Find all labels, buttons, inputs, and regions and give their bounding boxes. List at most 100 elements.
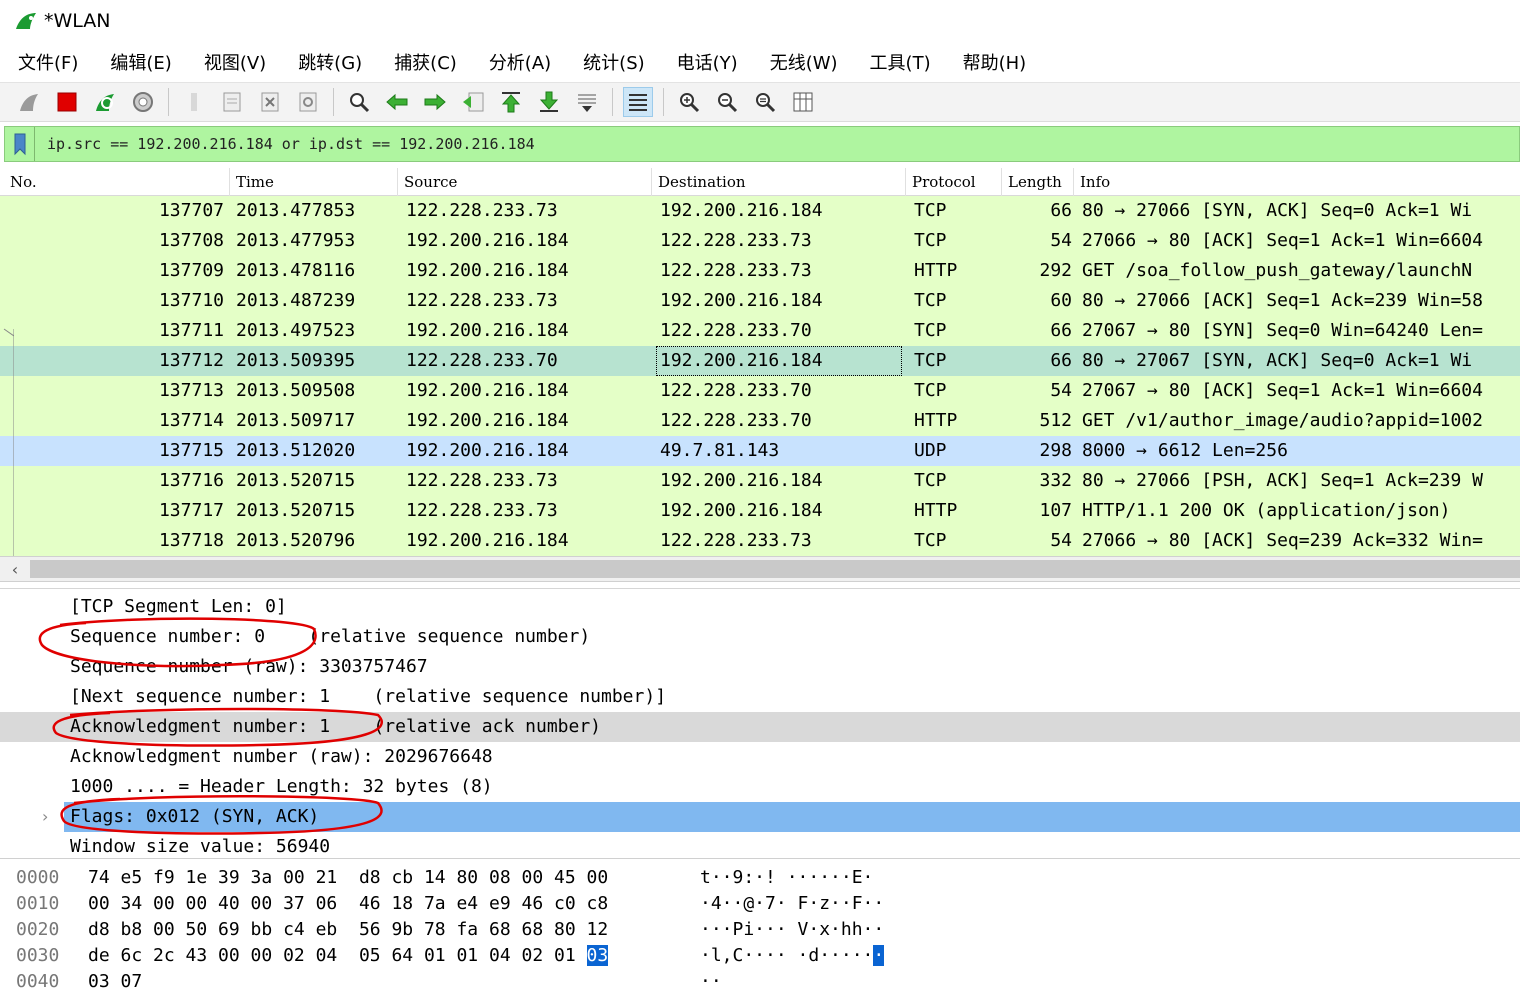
packet-row[interactable]: 137708 2013.477953 192.200.216.184 122.228.… xyxy=(0,226,1520,256)
column-header-info[interactable]: Info xyxy=(1074,168,1520,196)
menu-telephony[interactable]: 电话(Y) xyxy=(661,49,754,75)
hex-ascii[interactable]: ···Pi··· V·x·hh·· xyxy=(700,917,884,943)
toolbar-separator xyxy=(612,88,613,116)
packet-info: 80 → 27066 [PSH, ACK] Seq=1 Ack=239 W xyxy=(1082,470,1483,491)
expand-arrow-icon[interactable]: › xyxy=(42,802,48,832)
menu-view[interactable]: 视图(V) xyxy=(188,49,282,75)
open-file-icon[interactable] xyxy=(179,87,209,117)
detail-row[interactable]: [TCP Segment Len: 0] xyxy=(0,592,1520,622)
go-back-icon[interactable] xyxy=(382,87,412,117)
go-first-icon[interactable] xyxy=(496,87,526,117)
menu-analyze[interactable]: 分析(A) xyxy=(473,49,567,75)
hex-ascii[interactable]: ·l,C···· ·d······ xyxy=(700,943,885,969)
hex-bytes[interactable]: de 6c 2c 43 00 00 02 04 05 64 01 01 04 0… xyxy=(88,943,609,969)
packet-time: 2013.520715 xyxy=(236,470,356,491)
detail-row[interactable]: Sequence number (raw): 3303757467 xyxy=(0,652,1520,682)
detail-row[interactable]: Acknowledgment number (raw): 2029676648 xyxy=(0,742,1520,772)
find-packet-icon[interactable] xyxy=(344,87,374,117)
packet-protocol: UDP xyxy=(914,440,947,461)
packet-destination: 122.228.233.73 xyxy=(660,530,812,551)
zoom-normal-icon[interactable] xyxy=(750,87,780,117)
column-header-protocol[interactable]: Protocol xyxy=(906,168,1002,196)
packet-row[interactable]: 137711 2013.497523 192.200.216.184 122.228.… xyxy=(0,316,1520,346)
go-to-packet-icon[interactable] xyxy=(458,87,488,117)
detail-row[interactable]: 1000 .... = Header Length: 32 bytes (8) xyxy=(0,772,1520,802)
column-header-length[interactable]: Length xyxy=(1002,168,1074,196)
packet-info: 80 → 27067 [SYN, ACK] Seq=0 Ack=1 Wi xyxy=(1082,350,1473,371)
resize-columns-icon[interactable] xyxy=(788,87,818,117)
stop-capture-icon[interactable] xyxy=(52,87,82,117)
hex-ascii[interactable]: t··9:·! ······E· xyxy=(700,865,873,891)
toolbar-separator xyxy=(333,88,334,116)
hex-ascii[interactable]: ·4··@·7· F·z··F·· xyxy=(700,891,884,917)
scroll-left-icon[interactable]: ‹ xyxy=(4,557,26,581)
reload-file-icon[interactable] xyxy=(293,87,323,117)
packet-row[interactable]: 137714 2013.509717 192.200.216.184 122.228.… xyxy=(0,406,1520,436)
zoom-in-icon[interactable] xyxy=(674,87,704,117)
menu-go[interactable]: 跳转(G) xyxy=(282,49,378,75)
detail-row-selected[interactable]: Flags: 0x012 (SYN, ACK) xyxy=(64,802,1520,832)
packet-row[interactable]: 137707 2013.477853 122.228.233.73 192.200.2… xyxy=(0,196,1520,226)
packet-number: 137707 xyxy=(158,200,224,221)
menu-file[interactable]: 文件(F) xyxy=(2,49,94,75)
packet-row[interactable]: 137715 2013.512020 192.200.216.184 49.7.81.… xyxy=(0,436,1520,466)
detail-row[interactable]: Acknowledgment number: 1 (relative ack n… xyxy=(0,712,1520,742)
detail-row[interactable]: [Next sequence number: 1 (relative seque… xyxy=(0,682,1520,712)
packet-protocol: TCP xyxy=(914,230,947,251)
shark-fin-start-icon[interactable] xyxy=(14,87,44,117)
hex-bytes[interactable]: 74 e5 f9 1e 39 3a 00 21 d8 cb 14 80 08 0… xyxy=(88,865,608,891)
colorize-icon[interactable] xyxy=(623,87,653,117)
packet-source: 192.200.216.184 xyxy=(406,410,569,431)
packet-source: 122.228.233.73 xyxy=(406,200,558,221)
column-header-source[interactable]: Source xyxy=(398,168,652,196)
close-file-icon[interactable] xyxy=(255,87,285,117)
packet-number: 137711 xyxy=(158,320,224,341)
menu-edit[interactable]: 编辑(E) xyxy=(94,49,187,75)
packet-length: 332 xyxy=(1039,470,1072,491)
go-forward-icon[interactable] xyxy=(420,87,450,117)
menu-tools[interactable]: 工具(T) xyxy=(854,49,947,75)
packet-row[interactable]: 137718 2013.520796 192.200.216.184 122.228.… xyxy=(0,526,1520,556)
packet-row[interactable]: 137709 2013.478116 192.200.216.184 122.228.… xyxy=(0,256,1520,286)
hex-bytes[interactable]: 00 34 00 00 40 00 37 06 46 18 7a e4 e9 4… xyxy=(88,891,608,917)
packet-row[interactable]: 137712 2013.509395 122.228.233.70 192.200.2… xyxy=(0,346,1520,376)
menu-help[interactable]: 帮助(H) xyxy=(947,49,1043,75)
menu-wireless[interactable]: 无线(W) xyxy=(754,49,854,75)
horizontal-scrollbar[interactable]: ‹ xyxy=(0,556,1520,582)
packet-source: 192.200.216.184 xyxy=(406,380,569,401)
column-header-no[interactable]: No. xyxy=(4,168,230,196)
packet-protocol: TCP xyxy=(914,200,947,221)
save-file-icon[interactable] xyxy=(217,87,247,117)
display-filter-input[interactable] xyxy=(35,135,1435,153)
hex-ascii-text: ·4··@·7· F·z··F·· xyxy=(700,893,885,914)
packet-number: 137713 xyxy=(158,380,224,401)
restart-capture-icon[interactable] xyxy=(90,87,120,117)
packet-protocol: TCP xyxy=(914,530,947,551)
packet-row[interactable]: 137716 2013.520715 122.228.233.73 192.200.2… xyxy=(0,466,1520,496)
packet-length: 292 xyxy=(1039,260,1072,281)
auto-scroll-icon[interactable] xyxy=(572,87,602,117)
packet-length: 54 xyxy=(1050,230,1072,251)
capture-options-icon[interactable] xyxy=(128,87,158,117)
packet-row[interactable]: 137710 2013.487239 122.228.233.73 192.200.2… xyxy=(0,286,1520,316)
scrollbar-thumb[interactable] xyxy=(30,560,1520,578)
bookmark-icon[interactable] xyxy=(5,127,35,161)
detail-row[interactable]: Window size value: 56940 xyxy=(0,832,1520,856)
zoom-out-icon[interactable] xyxy=(712,87,742,117)
hex-bytes[interactable]: 03 07 xyxy=(88,969,164,995)
detail-flags: Flags: 0x012 (SYN, ACK) xyxy=(70,806,320,827)
detail-next-sequence: [Next sequence number: 1 (relative seque… xyxy=(70,686,667,707)
packet-row[interactable]: 137717 2013.520715 122.228.233.73 192.200.2… xyxy=(0,496,1520,526)
column-header-destination[interactable]: Destination xyxy=(652,168,906,196)
packet-row[interactable]: 137713 2013.509508 192.200.216.184 122.228.… xyxy=(0,376,1520,406)
menu-capture[interactable]: 捕获(C) xyxy=(378,49,473,75)
hex-bytes[interactable]: d8 b8 00 50 69 bb c4 eb 56 9b 78 fa 68 6… xyxy=(88,917,608,943)
packet-length: 512 xyxy=(1039,410,1072,431)
column-header-time[interactable]: Time xyxy=(230,168,398,196)
packet-destination: 122.228.233.70 xyxy=(660,380,812,401)
packet-source: 122.228.233.73 xyxy=(406,470,558,491)
hex-ascii[interactable]: ·· xyxy=(700,969,722,995)
go-last-icon[interactable] xyxy=(534,87,564,117)
menu-statistics[interactable]: 统计(S) xyxy=(567,49,660,75)
detail-row[interactable]: Sequence number: 0 (relative sequence nu… xyxy=(0,622,1520,652)
